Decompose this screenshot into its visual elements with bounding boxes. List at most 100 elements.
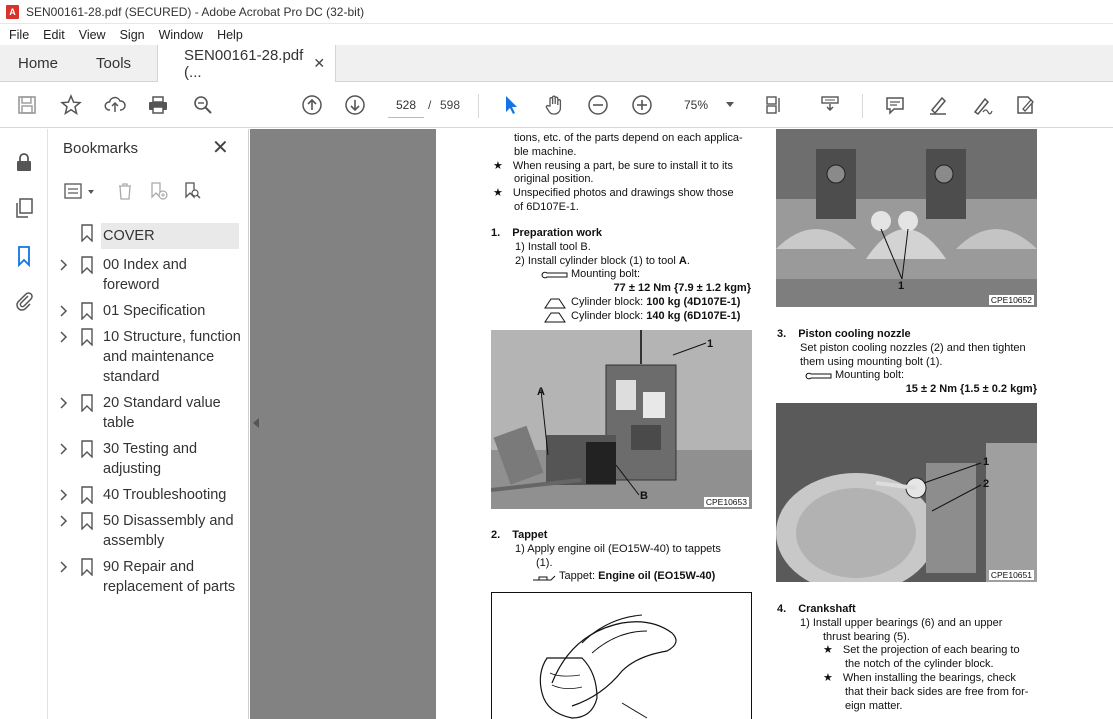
bookmark-repair[interactable]: 90 Repair and replacement of parts xyxy=(49,557,249,603)
photo-piston-cooling-nozzle: 1 2 CPE10651 xyxy=(776,403,1037,582)
bookmark-icon xyxy=(77,511,97,531)
bookmark-specification[interactable]: 01 Specification xyxy=(49,301,249,327)
menu-view[interactable]: View xyxy=(72,28,113,42)
navigation-rail xyxy=(0,129,48,719)
bookmark-troubleshooting[interactable]: 40 Troubleshooting xyxy=(49,485,249,511)
new-bookmark-icon[interactable] xyxy=(146,179,170,203)
star-icon: ★ xyxy=(823,671,833,684)
note-item: ★ Unspecified photos and drawings show th… xyxy=(493,187,755,201)
lock-icon[interactable] xyxy=(12,150,36,174)
step-end: . xyxy=(686,254,690,267)
save-icon[interactable] xyxy=(14,92,40,118)
window-title: SEN00161-28.pdf (SECURED) - Adobe Acroba… xyxy=(26,4,365,19)
chevron-right-icon[interactable] xyxy=(57,301,71,321)
callout-label: 2 xyxy=(983,478,990,490)
section-number: 1. xyxy=(491,227,501,239)
select-pointer-icon[interactable] xyxy=(498,92,524,118)
step-line: thrust bearing (5). xyxy=(823,630,910,643)
left-column: tions, etc. of the parts depend on each … xyxy=(493,132,755,215)
hand-tool-icon[interactable] xyxy=(541,92,567,118)
chevron-right-icon[interactable] xyxy=(57,393,71,413)
chevron-right-icon[interactable] xyxy=(57,327,71,347)
highlight-pen-icon[interactable] xyxy=(925,92,951,118)
toolbar: 528 / 598 75% xyxy=(0,82,1113,187)
chevron-right-icon[interactable] xyxy=(57,511,71,531)
delete-bookmark-icon[interactable] xyxy=(113,179,137,203)
page-separator: / xyxy=(428,98,432,112)
close-icon[interactable]: ✕ xyxy=(212,138,229,158)
bookmark-index-foreword[interactable]: 00 Index and foreword xyxy=(49,255,249,301)
zoom-in-icon[interactable] xyxy=(629,92,655,118)
chevron-right-icon[interactable] xyxy=(57,255,71,275)
previous-page-icon[interactable] xyxy=(299,92,325,118)
oil-can-icon xyxy=(533,576,556,581)
weight-value: 140 kg (6D107E-1) xyxy=(646,309,741,322)
bookmark-label: 30 Testing and adjusting xyxy=(103,441,198,477)
document-viewport[interactable]: tions, etc. of the parts depend on each … xyxy=(250,129,1113,719)
page-display-icon[interactable] xyxy=(762,92,788,118)
text-line: them using mounting bolt (1). xyxy=(800,355,943,368)
chevron-right-icon[interactable] xyxy=(57,485,71,505)
tab-home[interactable]: Home xyxy=(0,45,76,81)
menu-sign[interactable]: Sign xyxy=(113,28,152,42)
bookmarks-panel-icon[interactable] xyxy=(12,244,36,268)
menu-bar: File Edit View Sign Window Help xyxy=(0,24,1113,45)
chevron-right-icon[interactable] xyxy=(57,557,71,577)
share-cloud-icon[interactable] xyxy=(102,92,128,118)
bookmark-star-icon[interactable] xyxy=(58,92,84,118)
fill-sign-icon[interactable] xyxy=(1012,92,1038,118)
page-number-input[interactable]: 528 xyxy=(388,92,424,118)
wrench-icon xyxy=(805,373,832,380)
panel-collapse-arrow-icon[interactable] xyxy=(253,418,259,428)
bookmark-label: 01 Specification xyxy=(103,303,206,319)
bookmark-cover[interactable]: COVER xyxy=(49,223,249,255)
sign-icon[interactable] xyxy=(969,92,995,118)
bookmark-disassembly[interactable]: 50 Disassembly and assembly xyxy=(49,511,249,557)
star-icon: ★ xyxy=(493,159,503,172)
step-line: (1). xyxy=(536,556,553,569)
chevron-right-icon[interactable] xyxy=(57,439,71,459)
zoom-out-icon[interactable] xyxy=(585,92,611,118)
text-line: the notch of the cylinder block. xyxy=(845,658,994,671)
section-number: 3. xyxy=(777,328,787,340)
menu-help[interactable]: Help xyxy=(210,28,250,42)
step-line: 1) Apply engine oil (EO15W-40) to tappet… xyxy=(515,542,721,555)
step-text: 2) Install cylinder block (1) to tool xyxy=(515,254,679,267)
section-number: 4. xyxy=(777,603,787,615)
step-tool: A xyxy=(678,254,687,267)
tab-tools[interactable]: Tools xyxy=(76,45,151,81)
menu-file[interactable]: File xyxy=(2,28,36,42)
callout-label: 1 xyxy=(898,280,905,292)
zoom-search-icon[interactable] xyxy=(190,92,216,118)
text-line: ble machine. xyxy=(514,145,577,158)
section-title: Tappet xyxy=(512,529,548,541)
attachments-icon[interactable] xyxy=(12,289,36,313)
tab-document[interactable]: SEN00161-28.pdf (... ✕ xyxy=(157,45,337,82)
bookmarks-panel-title: Bookmarks xyxy=(63,140,139,157)
menu-window[interactable]: Window xyxy=(152,28,210,42)
print-icon[interactable] xyxy=(145,92,171,118)
bookmark-standard-value[interactable]: 20 Standard value table xyxy=(49,393,249,439)
bookmark-structure[interactable]: 10 Structure, function and maintenance s… xyxy=(49,327,249,393)
bookmark-testing[interactable]: 30 Testing and adjusting xyxy=(49,439,249,485)
scrolling-mode-icon[interactable] xyxy=(817,92,843,118)
comment-icon[interactable] xyxy=(882,92,908,118)
photo-illustration xyxy=(491,330,752,509)
note-text: Unspecified photos and drawings show tho… xyxy=(512,187,734,200)
photo-illustration xyxy=(776,403,1037,582)
title-bar: A SEN00161-28.pdf (SECURED) - Adobe Acro… xyxy=(0,0,1113,24)
zoom-level-select[interactable]: 75% xyxy=(676,92,740,118)
bookmarks-panel: Bookmarks ✕ COVER 00 Index and foreword xyxy=(49,129,249,719)
bookmark-label: COVER xyxy=(101,223,239,249)
tab-close-icon[interactable]: ✕ xyxy=(313,55,325,72)
pages-thumbnails-icon[interactable] xyxy=(12,196,36,220)
callout-label: A xyxy=(537,386,545,398)
next-page-icon[interactable] xyxy=(342,92,368,118)
star-icon: ★ xyxy=(493,187,503,200)
options-list-icon[interactable] xyxy=(61,179,85,203)
options-caret-icon[interactable] xyxy=(88,190,94,194)
section-heading: 1. Preparation work xyxy=(491,227,757,241)
find-bookmark-icon[interactable] xyxy=(180,179,204,203)
step-line: 1) Install tool B. xyxy=(515,240,591,253)
menu-edit[interactable]: Edit xyxy=(36,28,72,42)
